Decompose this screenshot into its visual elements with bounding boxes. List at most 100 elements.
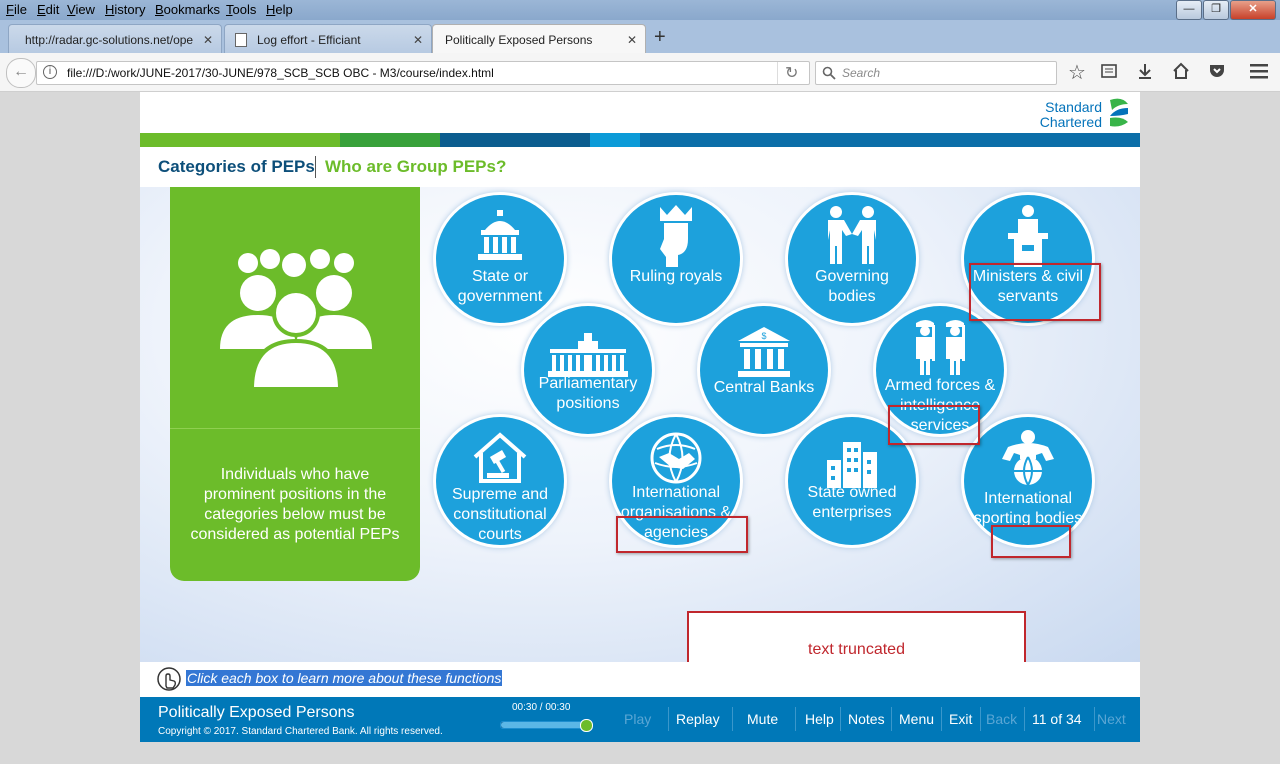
category-central-banks[interactable]: $ Central Banks <box>700 306 828 434</box>
category-label: State or government <box>457 268 543 305</box>
course-header: Standard Chartered <box>140 92 1140 132</box>
footer-separator <box>732 707 733 731</box>
soldiers-icon <box>876 314 1004 380</box>
group-of-people-icon <box>220 249 372 391</box>
instruction-bar: Click each box to learn more about these… <box>140 662 1140 697</box>
menu-file[interactable]: File <box>6 2 27 17</box>
reading-list-icon[interactable] <box>1101 63 1117 79</box>
category-governing-bodies[interactable]: Governing bodies <box>788 195 916 323</box>
truncation-highlight-international-orgs <box>616 516 748 553</box>
footer-separator <box>891 707 892 731</box>
svg-text:$: $ <box>761 331 766 341</box>
category-label: Supreme and constitutional courts <box>451 486 549 543</box>
close-tab-icon[interactable]: ✕ <box>627 33 637 47</box>
truncation-highlight-ministers <box>969 263 1101 321</box>
handshake-people-icon <box>788 203 916 269</box>
footer-separator <box>980 707 981 731</box>
home-icon[interactable] <box>1172 62 1190 79</box>
mute-button[interactable]: Mute <box>747 711 778 727</box>
panel-divider <box>170 428 420 429</box>
search-icon <box>822 66 836 80</box>
new-tab-icon[interactable]: + <box>654 26 666 49</box>
logo-line2: Chartered <box>1039 114 1102 130</box>
menu-bar: File Edit View History Bookmarks Tools H… <box>0 0 1280 20</box>
next-button[interactable]: Next <box>1097 711 1126 727</box>
close-tab-icon[interactable]: ✕ <box>203 33 213 47</box>
back-icon[interactable]: ← <box>6 58 36 88</box>
tab-log-effort[interactable]: Log effort - Efficiant ✕ <box>224 24 432 53</box>
breadcrumb: Categories of PEPs Who are Group PEPs? <box>140 147 1140 188</box>
progress-track <box>500 721 592 729</box>
menu-view[interactable]: View <box>67 2 95 17</box>
stripe-darkgreen <box>340 133 440 147</box>
maximize-button[interactable]: ❐ <box>1203 0 1229 20</box>
info-icon[interactable]: i <box>43 65 57 79</box>
logo-line1: Standard <box>1045 99 1102 115</box>
stripe-blue2 <box>640 133 1140 147</box>
exit-button[interactable]: Exit <box>949 711 972 727</box>
back-button[interactable]: Back <box>986 711 1017 727</box>
menu-button[interactable]: Menu <box>899 711 934 727</box>
bank-building-icon: $ <box>700 314 828 380</box>
replay-button[interactable]: Replay <box>676 711 720 727</box>
close-window-button[interactable]: ✕ <box>1230 0 1276 20</box>
menu-history[interactable]: History <box>105 2 145 17</box>
tab-politically-exposed-persons[interactable]: Politically Exposed Persons ✕ <box>432 24 646 53</box>
close-tab-icon[interactable]: ✕ <box>413 33 423 47</box>
intro-panel: Individuals who have prominent positions… <box>170 187 420 581</box>
footer-separator <box>1024 707 1025 731</box>
notes-button[interactable]: Notes <box>848 711 885 727</box>
footer-separator <box>795 707 796 731</box>
search-bar[interactable]: Search <box>815 61 1057 85</box>
footer-separator <box>840 707 841 731</box>
menu-edit[interactable]: Edit <box>37 2 59 17</box>
click-hand-icon <box>157 667 181 691</box>
parliament-building-icon <box>524 314 652 380</box>
menu-tools[interactable]: Tools <box>226 2 256 17</box>
podium-speaker-icon <box>964 203 1092 269</box>
category-parliamentary-positions[interactable]: Parliamentary positions <box>524 306 652 434</box>
stripe-navy <box>440 133 590 147</box>
breadcrumb-divider <box>315 156 316 178</box>
tab-label: Log effort - Efficiant <box>257 33 361 47</box>
copyright-text: Copyright © 2017. Standard Chartered Ban… <box>158 726 443 737</box>
progress-handle[interactable] <box>580 719 593 732</box>
category-label: Parliamentary positions <box>538 375 638 412</box>
tab-label: http://radar.gc-solutions.net/ope <box>25 33 194 47</box>
help-button[interactable]: Help <box>805 711 834 727</box>
category-ruling-royals[interactable]: Ruling royals <box>612 195 740 323</box>
time-readout: 00:30 / 00:30 <box>512 702 571 713</box>
play-button[interactable]: Play <box>624 711 651 727</box>
stripe-green <box>140 133 340 147</box>
stripe-lightblue <box>590 133 640 147</box>
course-player: Standard Chartered Categories of PEPs Wh… <box>140 92 1140 742</box>
hamburger-menu-icon[interactable] <box>1250 63 1268 79</box>
tab-strip: http://radar.gc-solutions.net/ope ✕ Log … <box>0 20 1280 53</box>
footer-separator <box>668 707 669 731</box>
page-icon <box>235 33 247 47</box>
url-bar[interactable]: i file:///D:/work/JUNE-2017/30-JUNE/978_… <box>36 61 810 85</box>
category-label: Central Banks <box>713 379 815 396</box>
category-label: Governing bodies <box>815 268 889 305</box>
category-state-government[interactable]: State or government <box>436 195 564 323</box>
menu-help[interactable]: Help <box>266 2 293 17</box>
footer-separator <box>1094 707 1095 731</box>
truncation-highlight-armed-forces <box>888 405 980 445</box>
reload-icon[interactable]: ↻ <box>785 63 798 83</box>
content-stage: Individuals who have prominent positions… <box>140 187 1140 662</box>
tab-label: Politically Exposed Persons <box>445 33 593 47</box>
player-footer: Politically Exposed Persons Copyright © … <box>140 697 1140 742</box>
minimize-button[interactable]: — <box>1176 0 1202 20</box>
bookmark-star-icon[interactable]: ☆ <box>1068 60 1086 85</box>
progress-fill <box>501 722 591 728</box>
category-label: International sporting bodies <box>973 490 1083 527</box>
category-supreme-courts[interactable]: Supreme and constitutional courts <box>436 417 564 545</box>
truncation-highlight-sporting-bodies <box>991 525 1071 558</box>
category-label: Ruling royals <box>629 268 723 285</box>
page-indicator: 11 of 34 <box>1032 711 1082 727</box>
crowned-king-icon <box>612 203 740 269</box>
tab-radar[interactable]: http://radar.gc-solutions.net/ope ✕ <box>8 24 222 53</box>
pocket-icon[interactable] <box>1209 63 1225 79</box>
menu-bookmarks[interactable]: Bookmarks <box>155 2 220 17</box>
download-icon[interactable] <box>1137 63 1153 79</box>
